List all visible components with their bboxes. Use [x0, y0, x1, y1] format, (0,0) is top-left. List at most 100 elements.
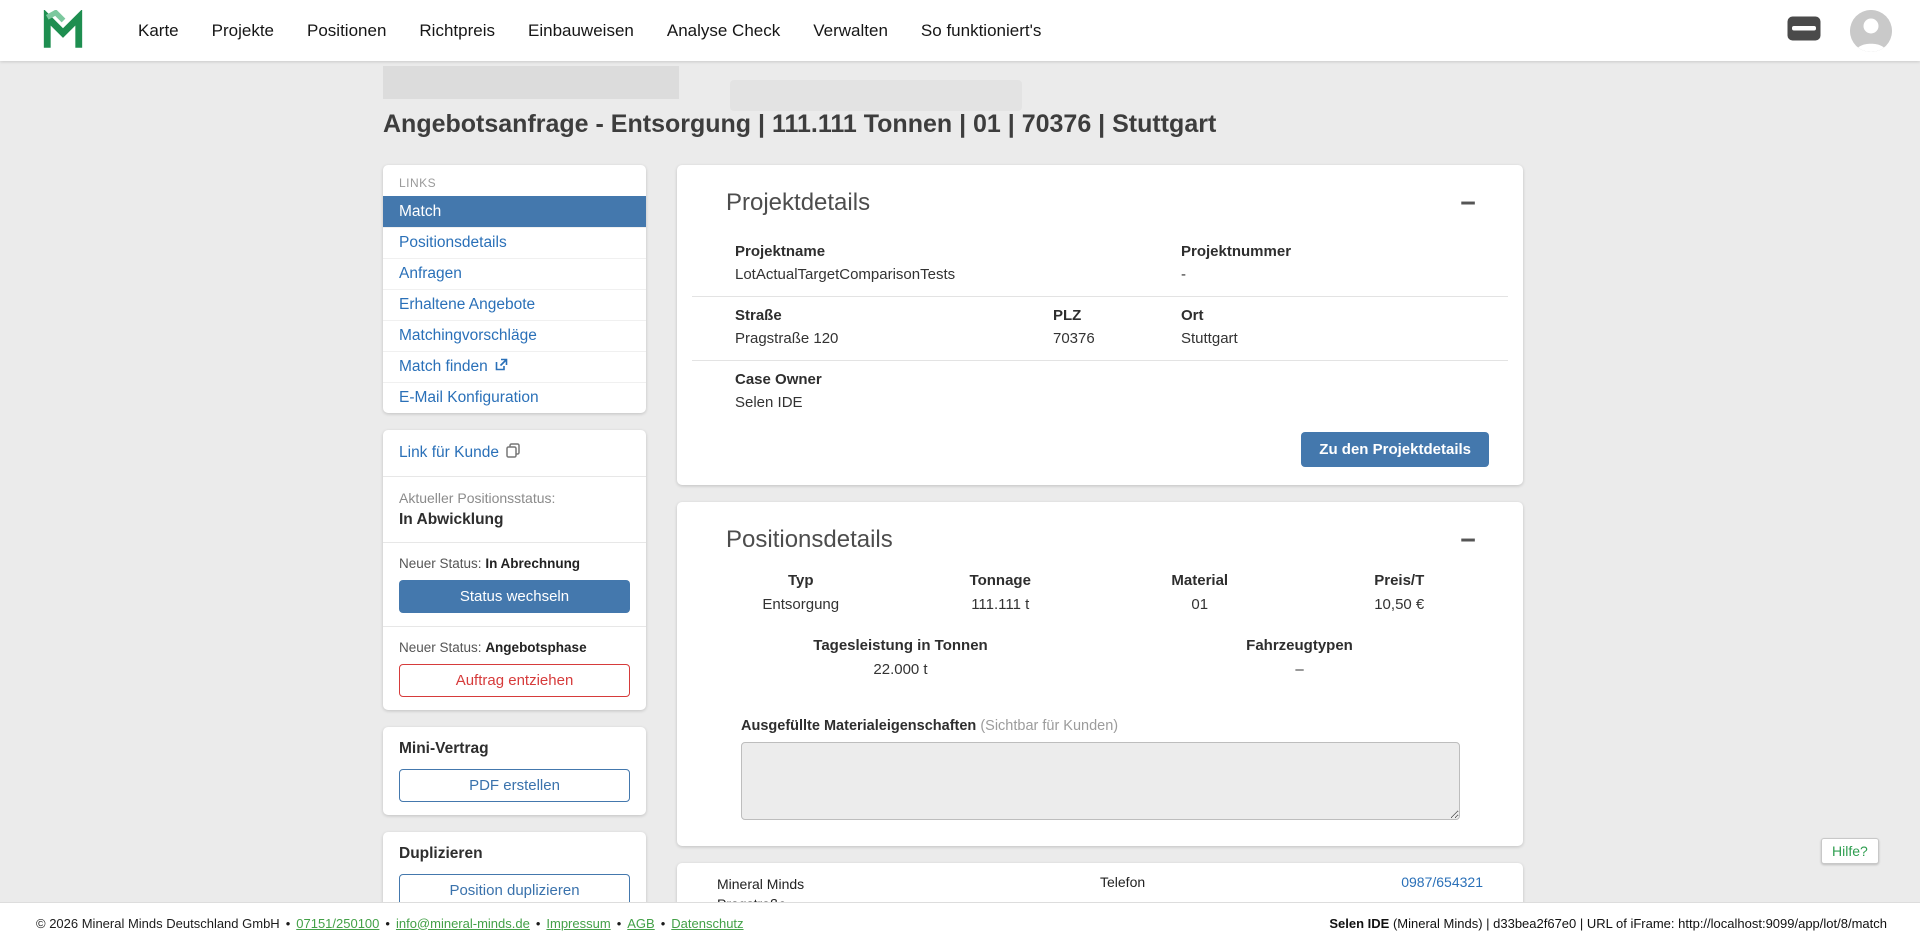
materialeigenschaften-label: Ausgefüllte Materialeigenschaften (Sicht…	[677, 678, 1523, 742]
projektdetails-card: Projektdetails − Projektname LotActualTa…	[677, 165, 1523, 485]
field-strasse: Straße Pragstraße 120	[735, 307, 1053, 347]
telefon-label: Telefon	[1100, 874, 1145, 890]
duplizieren-title: Duplizieren	[399, 845, 630, 863]
field-case-owner: Case Owner Selen IDE	[735, 371, 1053, 411]
page-title: Angebotsanfrage - Entsorgung | 111.111 T…	[383, 110, 1523, 139]
footer-impressum-link[interactable]: Impressum	[546, 916, 610, 931]
materialeigenschaften-textarea[interactable]	[741, 742, 1460, 820]
footer-session-rest: (Mineral Minds) | d33bea2f67e0 | URL of …	[1389, 916, 1887, 931]
nav-item-positionen[interactable]: Positionen	[307, 21, 386, 41]
sidebar-item-erhaltene-angebote[interactable]: Erhaltene Angebote	[383, 289, 646, 320]
field-tagesleistung: Tagesleistung in Tonnen 22.000 t	[701, 637, 1100, 678]
links-header: LINKS	[383, 165, 646, 196]
auftrag-entziehen-button[interactable]: Auftrag entziehen	[399, 664, 630, 697]
nav-item-einbauweisen[interactable]: Einbauweisen	[528, 21, 634, 41]
hilfe-button[interactable]: Hilfe?	[1821, 838, 1879, 864]
positionsdetails-card: Positionsdetails − Typ Entsorgung Tonnag…	[677, 502, 1523, 846]
footer-phone-link[interactable]: 07151/250100	[296, 916, 379, 931]
field-label: Material	[1100, 572, 1300, 589]
status-card: Link für Kunde Aktueller Positionsstatus…	[383, 430, 646, 710]
next-status-value: In Abrechnung	[485, 556, 580, 571]
projektdetails-title: Projektdetails	[726, 189, 870, 217]
nav-item-so-funktionierts[interactable]: So funktioniert's	[921, 21, 1041, 41]
field-value: 10,50 €	[1300, 596, 1500, 613]
field-label: Projektnummer	[1181, 243, 1474, 260]
field-label: Fahrzeugtypen	[1100, 637, 1499, 654]
user-avatar[interactable]	[1850, 10, 1892, 52]
footer-separator: •	[385, 916, 390, 931]
sidebar-item-match-finden[interactable]: Match finden	[383, 351, 646, 382]
mini-vertrag-title: Mini-Vertrag	[399, 740, 630, 758]
field-value: -	[1181, 266, 1474, 283]
telefon-link[interactable]: 0987/654321	[1401, 874, 1483, 890]
positionsdetails-title: Positionsdetails	[726, 526, 893, 554]
field-value: LotActualTargetComparisonTests	[735, 266, 1181, 283]
field-value: –	[1100, 661, 1499, 678]
contact-company: Mineral Minds	[717, 874, 1100, 894]
field-label: Tonnage	[901, 572, 1101, 589]
footer-separator: •	[617, 916, 622, 931]
status-wechseln-button[interactable]: Status wechseln	[399, 580, 630, 613]
field-preis: Preis/T 10,50 €	[1300, 572, 1500, 613]
footer-session-info: Selen IDE (Mineral Minds) | d33bea2f67e0…	[1329, 916, 1887, 931]
next-status-label: Neuer Status:	[399, 556, 482, 571]
field-value: Selen IDE	[735, 394, 1053, 411]
navbar-right	[1786, 10, 1892, 52]
field-material: Material 01	[1100, 572, 1300, 613]
sidebar-item-email-konfiguration[interactable]: E-Mail Konfiguration	[383, 382, 646, 413]
page-content: Angebotsanfrage - Entsorgung | 111.111 T…	[383, 61, 1523, 943]
main-nav: Karte Projekte Positionen Richtpreis Ein…	[138, 21, 1041, 41]
field-label: Tagesleistung in Tonnen	[701, 637, 1100, 654]
sidebar-item-match[interactable]: Match	[383, 196, 646, 227]
nav-item-analyse-check[interactable]: Analyse Check	[667, 21, 780, 41]
field-label: Ort	[1181, 307, 1474, 324]
collapse-minus-icon[interactable]: −	[1460, 193, 1476, 213]
link-fuer-kunde[interactable]: Link für Kunde	[399, 443, 630, 463]
footer-user: Selen IDE	[1329, 916, 1389, 931]
link-fuer-kunde-label: Link für Kunde	[399, 444, 499, 462]
nav-item-projekte[interactable]: Projekte	[212, 21, 274, 41]
top-navbar: Karte Projekte Positionen Richtpreis Ein…	[0, 0, 1920, 61]
field-label: Projektname	[735, 243, 1181, 260]
footer-datenschutz-link[interactable]: Datenschutz	[671, 916, 743, 931]
field-value: 111.111 t	[901, 596, 1101, 613]
field-label: Case Owner	[735, 371, 1053, 388]
sidebar-links-card: LINKS Match Positionsdetails Anfragen Er…	[383, 165, 646, 413]
footer-email-link[interactable]: info@mineral-minds.de	[396, 916, 530, 931]
zu-den-projektdetails-button[interactable]: Zu den Projektdetails	[1301, 432, 1489, 467]
next-status-label: Neuer Status:	[399, 640, 482, 655]
footer-separator: •	[661, 916, 666, 931]
main-column: Projektdetails − Projektname LotActualTa…	[677, 165, 1523, 943]
footer-agb-link[interactable]: AGB	[627, 916, 654, 931]
sidebar-item-positionsdetails[interactable]: Positionsdetails	[383, 227, 646, 258]
hdd-icon[interactable]	[1786, 15, 1822, 47]
footer-copyright: © 2026 Mineral Minds Deutschland GmbH	[36, 916, 280, 931]
mineral-minds-logo-icon[interactable]	[42, 10, 84, 52]
sidebar-item-label: Match finden	[399, 358, 488, 376]
field-value: Entsorgung	[701, 596, 901, 613]
field-value: 22.000 t	[701, 661, 1100, 678]
sidebar: LINKS Match Positionsdetails Anfragen Er…	[383, 165, 646, 943]
field-typ: Typ Entsorgung	[701, 572, 901, 613]
current-status-label: Aktueller Positionsstatus:	[399, 490, 630, 506]
sidebar-item-anfragen[interactable]: Anfragen	[383, 258, 646, 289]
next-status-billing: Neuer Status: In Abrechnung	[399, 556, 630, 571]
materialeigenschaften-hint: (Sichtbar für Kunden)	[980, 718, 1118, 734]
field-value: 01	[1100, 596, 1300, 613]
nav-item-richtpreis[interactable]: Richtpreis	[419, 21, 495, 41]
footer-separator: •	[286, 916, 291, 931]
field-fahrzeugtypen: Fahrzeugtypen –	[1100, 637, 1499, 678]
field-plz: PLZ 70376	[1053, 307, 1181, 347]
current-status-value: In Abwicklung	[399, 511, 630, 529]
nav-item-karte[interactable]: Karte	[138, 21, 179, 41]
external-link-icon	[495, 358, 508, 376]
field-ort: Ort Stuttgart	[1181, 307, 1474, 347]
footer-separator: •	[536, 916, 541, 931]
next-status-value: Angebotsphase	[485, 640, 586, 655]
collapse-minus-icon[interactable]: −	[1460, 530, 1476, 550]
field-label: Preis/T	[1300, 572, 1500, 589]
field-value: Stuttgart	[1181, 330, 1474, 347]
pdf-erstellen-button[interactable]: PDF erstellen	[399, 769, 630, 802]
sidebar-item-matchingvorschlaege[interactable]: Matchingvorschläge	[383, 320, 646, 351]
nav-item-verwalten[interactable]: Verwalten	[813, 21, 888, 41]
